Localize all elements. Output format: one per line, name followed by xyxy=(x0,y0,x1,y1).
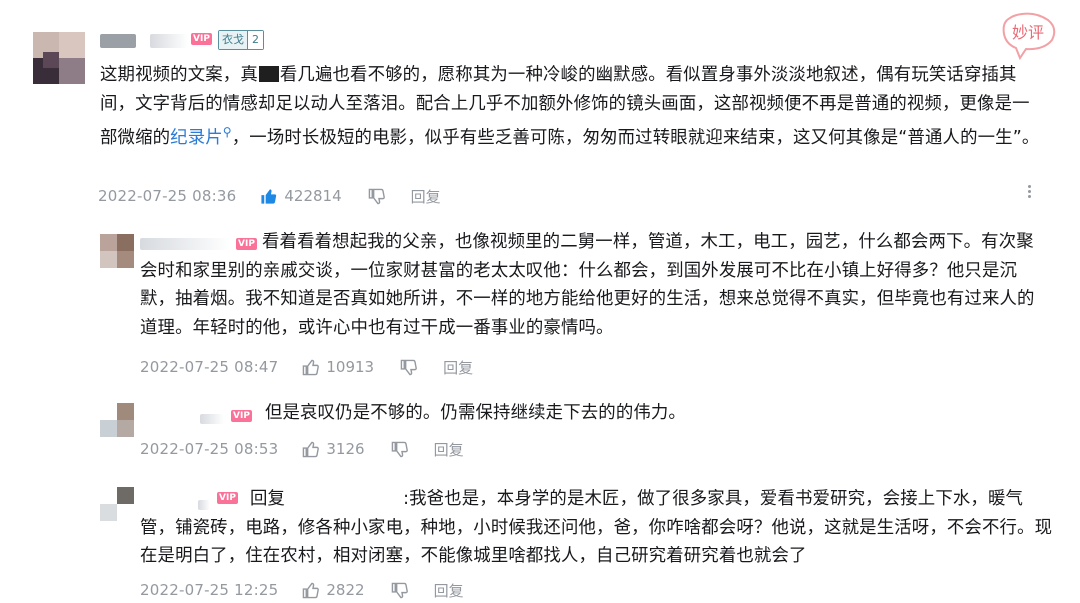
dislike-button[interactable] xyxy=(400,359,417,376)
thumbs-down-icon xyxy=(391,441,408,457)
fan-medal: 衣戈 2 xyxy=(218,30,264,50)
dislike-button[interactable] xyxy=(368,188,385,205)
watermark-logo: 妙评 xyxy=(996,12,1060,68)
comment-date: 2022-07-25 08:36 xyxy=(98,187,237,205)
reply-date: 2022-07-25 12:25 xyxy=(140,581,279,599)
like-button[interactable]: 422814 xyxy=(260,187,342,205)
reply-button[interactable]: 回复 xyxy=(434,439,464,460)
avatar[interactable] xyxy=(100,403,134,437)
like-count: 3126 xyxy=(326,440,365,458)
like-button[interactable]: 10913 xyxy=(302,358,374,376)
thumbs-up-icon xyxy=(303,441,320,457)
username[interactable] xyxy=(100,34,136,48)
reply-meta: 2022-07-25 08:47 10913 回复 xyxy=(140,356,473,378)
reply-meta: 2022-07-25 08:53 3126 回复 xyxy=(140,438,464,460)
comment-text: 这期视频的文案，真 看几遍也看不够的，愿称其为一种冷峻的幽默感。看似置身事外淡淡地… xyxy=(100,65,1040,148)
like-count: 422814 xyxy=(284,187,342,205)
fan-medal-level: 2 xyxy=(247,31,263,49)
reply-button[interactable]: 回复 xyxy=(443,357,473,378)
thumbs-up-icon xyxy=(261,188,277,204)
thumbs-down-icon xyxy=(368,188,385,204)
avatar[interactable] xyxy=(100,234,134,268)
search-link[interactable]: 纪录片 xyxy=(170,128,223,148)
thumbs-up-icon xyxy=(303,359,320,375)
reply-prefix: 回复 xyxy=(250,489,286,509)
like-button[interactable]: 3126 xyxy=(302,440,365,458)
reply-meta: 2022-07-25 12:25 2822 回复 xyxy=(140,579,464,601)
avatar[interactable] xyxy=(33,32,85,84)
reply-text: 回复:我爸也是，本身学的是木匠，做了很多家具，爱看书爱研究，会接上下水，暖气管，… xyxy=(140,489,1053,566)
like-count: 2822 xyxy=(326,581,365,599)
reply-button[interactable]: 回复 xyxy=(434,580,464,601)
dislike-button[interactable] xyxy=(391,582,408,599)
redacted-block xyxy=(258,66,279,82)
watermark-text: 妙评 xyxy=(1012,23,1044,42)
comment-meta: 2022-07-25 08:36 422814 回复 xyxy=(98,185,441,207)
fan-medal-name: 衣戈 xyxy=(219,31,247,49)
thumbs-down-icon xyxy=(391,582,408,598)
username[interactable] xyxy=(150,34,188,48)
reply-date: 2022-07-25 08:53 xyxy=(140,440,279,458)
dislike-button[interactable] xyxy=(391,441,408,458)
reply-text: 但是哀叹仍是不够的。仍需保持继续走下去的的伟力。 xyxy=(265,403,686,423)
search-icon[interactable]: ⚲ xyxy=(223,125,232,139)
thumbs-up-icon xyxy=(303,582,320,598)
username[interactable] xyxy=(200,414,224,424)
vip-badge: VIP xyxy=(191,33,212,45)
reply-button[interactable]: 回复 xyxy=(411,186,441,207)
reply-text: 看着看着想起我的父亲，也像视频里的二舅一样，管道，木工，电工，园艺，什么都会两下… xyxy=(140,232,1035,338)
avatar[interactable] xyxy=(100,487,134,521)
reply-date: 2022-07-25 08:47 xyxy=(140,358,279,376)
vip-badge: VIP xyxy=(231,410,252,422)
like-button[interactable]: 2822 xyxy=(302,581,365,599)
more-options-icon[interactable] xyxy=(1028,183,1034,200)
thumbs-down-icon xyxy=(400,359,417,375)
like-count: 10913 xyxy=(326,358,375,376)
